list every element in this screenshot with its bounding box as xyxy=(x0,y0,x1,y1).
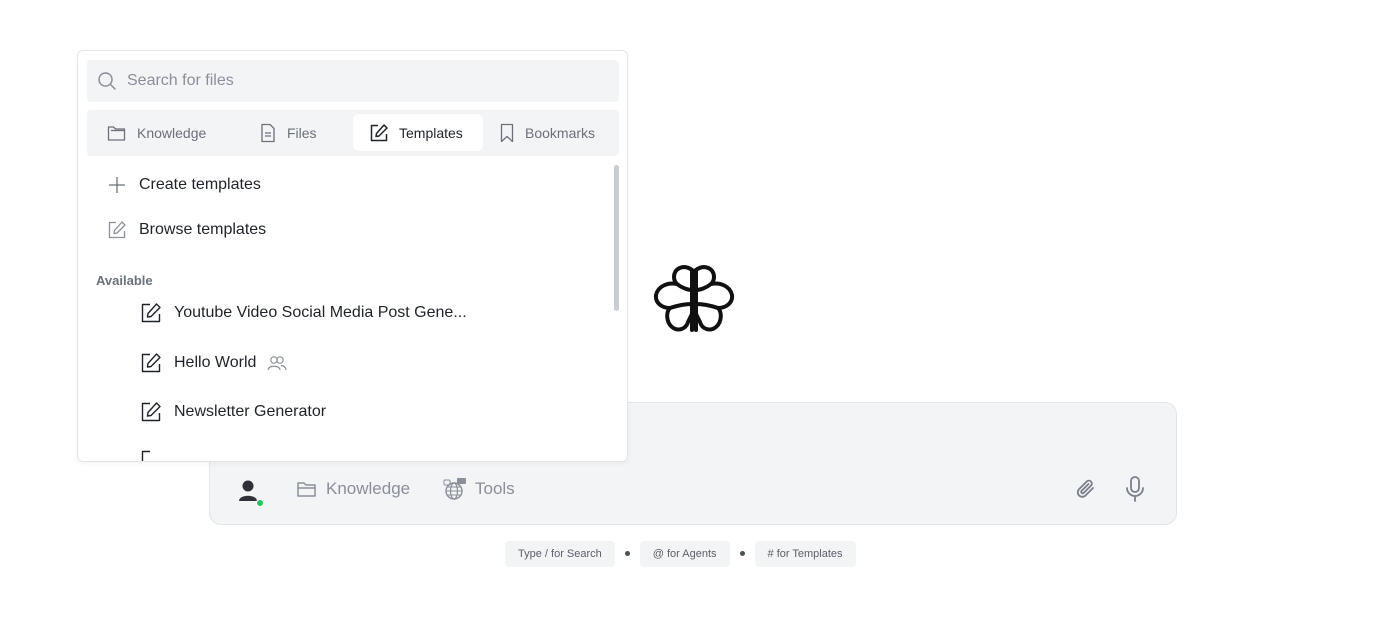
folder-icon xyxy=(107,125,126,141)
online-status-dot xyxy=(256,499,264,507)
shared-users-icon xyxy=(267,356,288,371)
tab-knowledge[interactable]: Knowledge xyxy=(95,114,218,151)
available-section-label: Available xyxy=(96,273,153,288)
tab-templates[interactable]: Templates xyxy=(353,114,483,151)
knowledge-button[interactable]: Knowledge xyxy=(296,477,410,501)
template-label: Hello World xyxy=(174,354,257,371)
template-item-partial[interactable] xyxy=(140,449,162,461)
knowledge-button-label: Knowledge xyxy=(326,479,411,498)
tab-templates-label: Templates xyxy=(399,124,463,141)
browse-templates-label: Browse templates xyxy=(139,221,267,238)
edit-icon xyxy=(141,303,161,323)
tab-bookmarks[interactable]: Bookmarks xyxy=(487,114,607,151)
agent-avatar[interactable] xyxy=(236,477,264,507)
tab-knowledge-label: Knowledge xyxy=(137,124,207,141)
tab-bookmarks-label: Bookmarks xyxy=(525,124,596,141)
shortcut-hints: Type / for Search @ for Agents # for Tem… xyxy=(505,540,856,567)
file-icon xyxy=(261,123,275,142)
bookmark-icon xyxy=(500,123,514,142)
edit-icon xyxy=(141,402,161,422)
globe-tools-icon xyxy=(443,478,466,500)
hint-search: Type / for Search xyxy=(505,540,615,567)
tools-button[interactable]: Tools xyxy=(443,477,515,501)
file-picker-dropdown: Knowledge Files Templates Bookmarks xyxy=(77,50,628,462)
tools-button-label: Tools xyxy=(475,479,515,498)
template-label: Newsletter Generator xyxy=(174,403,327,420)
plus-icon xyxy=(109,177,125,193)
search-input[interactable] xyxy=(127,72,607,90)
dropdown-tabs: Knowledge Files Templates Bookmarks xyxy=(87,110,619,156)
templates-list: Create templates Browse templates Availa… xyxy=(78,163,627,461)
hint-agents: @ for Agents xyxy=(639,540,730,567)
search-icon xyxy=(98,72,116,90)
hint-separator xyxy=(739,551,745,556)
template-label: Youtube Video Social Media Post Gene... xyxy=(174,304,467,321)
template-item[interactable]: Hello World xyxy=(140,352,288,374)
template-item[interactable]: Youtube Video Social Media Post Gene... xyxy=(140,302,467,324)
hint-templates: # for Templates xyxy=(754,540,856,567)
hint-separator xyxy=(624,551,630,556)
template-item[interactable]: Newsletter Generator xyxy=(140,401,326,423)
dropdown-scrollbar[interactable] xyxy=(614,165,619,311)
browse-templates-item[interactable]: Browse templates xyxy=(107,220,266,240)
edit-icon xyxy=(370,123,388,141)
tab-files-label: Files xyxy=(287,124,317,141)
brain-logo-icon xyxy=(653,265,735,332)
search-box[interactable] xyxy=(87,60,619,102)
folder-icon xyxy=(297,482,316,497)
edit-icon xyxy=(141,353,161,373)
edit-icon xyxy=(108,221,126,239)
microphone-icon[interactable] xyxy=(1124,475,1146,503)
create-templates-label: Create templates xyxy=(139,176,261,193)
tab-files[interactable]: Files xyxy=(247,114,329,151)
edit-icon xyxy=(141,450,161,461)
create-templates-item[interactable]: Create templates xyxy=(107,175,261,195)
paperclip-icon[interactable] xyxy=(1074,477,1098,501)
